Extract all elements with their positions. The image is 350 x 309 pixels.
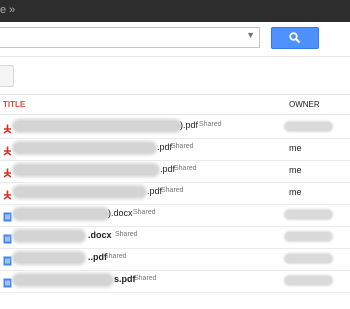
file-row[interactable]: .docx Shared (0, 226, 350, 249)
search-button[interactable] (271, 27, 319, 49)
owner-name: me (289, 143, 302, 153)
file-name[interactable]: ).docx (108, 208, 133, 218)
shared-label: Shared (171, 143, 194, 150)
pdf-icon (3, 143, 12, 161)
doc-icon (3, 253, 12, 271)
shared-label: Shared (174, 165, 197, 172)
redacted-filename (14, 187, 145, 197)
doc-icon (3, 275, 12, 293)
redacted-owner (285, 210, 332, 219)
doc-icon (3, 231, 12, 249)
column-header-owner[interactable]: OWNER (289, 100, 320, 109)
file-name[interactable]: .pdf (157, 142, 172, 152)
search-options-arrow-icon[interactable]: ▼ (246, 30, 255, 40)
redacted-filename (14, 143, 155, 153)
file-name[interactable]: .pdf (147, 186, 162, 196)
header-divider (0, 56, 350, 57)
redacted-owner (285, 254, 332, 263)
file-row[interactable]: s.pdf Shared (0, 270, 350, 293)
pdf-icon (3, 187, 12, 205)
file-name[interactable]: .docx (88, 230, 112, 240)
file-row[interactable]: ).pdf Shared (0, 116, 350, 139)
file-row[interactable]: .pdf Shared me (0, 138, 350, 161)
file-row[interactable]: .pdf Shared me (0, 182, 350, 205)
pdf-icon (3, 121, 12, 139)
shared-label: Shared (199, 121, 222, 128)
redacted-owner (285, 232, 332, 241)
file-name[interactable]: ).pdf (180, 120, 198, 130)
redacted-filename (14, 121, 180, 131)
owner-name: me (289, 165, 302, 175)
redacted-filename (14, 209, 108, 219)
redacted-owner (285, 276, 332, 285)
column-header-title[interactable]: TITLE (3, 100, 25, 109)
search-icon (289, 32, 301, 44)
owner-name: me (289, 187, 302, 197)
file-row[interactable]: .pdf Shared me (0, 160, 350, 183)
pdf-icon (3, 165, 12, 183)
toolbar-button[interactable] (0, 65, 14, 87)
top-navigation-bar: e » (0, 0, 350, 22)
toolbar-divider (0, 94, 350, 95)
shared-label: Shared (134, 275, 157, 282)
file-name[interactable]: .pdf (160, 164, 175, 174)
topbar-text[interactable]: e » (0, 4, 15, 16)
shared-label: Shared (104, 253, 127, 260)
doc-icon (3, 209, 12, 227)
shared-label: Shared (161, 187, 184, 194)
shared-label: Shared (115, 231, 138, 238)
redacted-filename (14, 275, 112, 285)
redacted-filename (14, 253, 84, 263)
file-row[interactable]: ).docx Shared (0, 204, 350, 227)
redacted-filename (14, 231, 84, 241)
shared-label: Shared (133, 209, 156, 216)
file-row[interactable]: ..pdf Shared (0, 248, 350, 271)
search-input[interactable]: ▼ (0, 27, 260, 48)
redacted-filename (14, 165, 158, 175)
column-header-divider (0, 114, 350, 115)
redacted-owner (285, 122, 332, 131)
file-name[interactable]: s.pdf (114, 274, 136, 284)
